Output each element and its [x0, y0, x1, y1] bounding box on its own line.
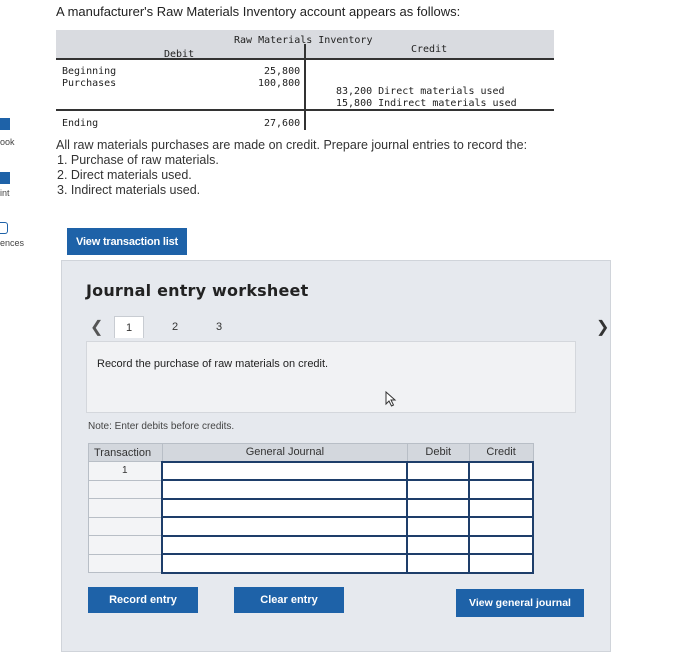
purchases-label: Purchases — [62, 78, 117, 89]
account-select[interactable] — [161, 479, 409, 500]
purchases-value: 100,800 — [258, 78, 301, 89]
ending-value: 27,600 — [264, 118, 301, 129]
debit-input[interactable] — [406, 534, 471, 555]
credit-input[interactable] — [468, 516, 534, 537]
column-header-credit: Credit — [468, 443, 534, 462]
credit-direct-materials: 83,200 Direct materials used — [336, 86, 505, 97]
entry-note: Note: Enter debits before credits. — [88, 421, 235, 432]
account-select[interactable] — [161, 497, 409, 518]
beginning-value: 25,800 — [264, 66, 301, 77]
clear-entry-button[interactable]: Clear entry — [234, 587, 344, 613]
debit-input[interactable] — [406, 553, 471, 574]
t-account-credit-header: Credit — [411, 44, 448, 55]
beginning-label: Beginning — [62, 66, 117, 77]
instruction-item: 2. Direct materials used. — [57, 168, 192, 182]
debit-input[interactable] — [406, 516, 471, 537]
references-icon[interactable] — [0, 222, 8, 234]
rail-item-book[interactable]: ook — [0, 137, 15, 147]
page-tab-3[interactable]: 3 — [204, 316, 234, 338]
question-title: A manufacturer's Raw Materials Inventory… — [56, 4, 461, 19]
page-tab-2[interactable]: 2 — [160, 316, 190, 338]
journal-table: Transaction General Journal Debit Credit… — [88, 443, 534, 574]
column-header-transaction: Transaction — [88, 443, 163, 462]
debit-input[interactable] — [406, 460, 471, 481]
rail-item-references[interactable]: ences — [0, 238, 24, 248]
table-row — [88, 479, 534, 500]
worksheet-prompt: Record the purchase of raw materials on … — [97, 358, 329, 370]
credit-input[interactable] — [468, 553, 534, 574]
instruction-item: 1. Purchase of raw materials. — [57, 153, 219, 167]
worksheet-pager: ❮ 1 2 3 ❯ — [86, 316, 609, 338]
table-row — [88, 497, 534, 518]
instruction-item: 3. Indirect materials used. — [57, 183, 201, 197]
journal-entry-worksheet: Journal entry worksheet ❮ 1 2 3 ❯ Record… — [61, 260, 611, 652]
print-icon[interactable] — [0, 172, 10, 184]
transaction-cell — [88, 535, 163, 555]
table-row: 1 — [88, 460, 534, 481]
left-rail: ook int ences — [0, 0, 44, 652]
chevron-right-icon[interactable]: ❯ — [596, 317, 609, 337]
worksheet-title: Journal entry worksheet — [86, 281, 309, 300]
transaction-cell — [88, 498, 163, 518]
column-header-general-journal: General Journal — [161, 443, 408, 462]
page-tab-1[interactable]: 1 — [114, 316, 144, 338]
table-row — [88, 553, 534, 574]
rail-item-print[interactable]: int — [0, 188, 10, 198]
t-account: Raw Materials Inventory Debit Credit Beg… — [56, 30, 554, 130]
transaction-cell — [88, 479, 163, 499]
credit-input[interactable] — [468, 497, 534, 518]
credit-input[interactable] — [468, 479, 534, 500]
view-transaction-list-button[interactable]: View transaction list — [67, 228, 187, 255]
account-select[interactable] — [161, 534, 409, 555]
ending-label: Ending — [62, 118, 99, 129]
instructions: All raw materials purchases are made on … — [56, 138, 527, 198]
table-row — [88, 534, 534, 555]
transaction-number: 1 — [88, 461, 163, 481]
credit-input[interactable] — [468, 460, 534, 481]
worksheet-prompt-box: Record the purchase of raw materials on … — [86, 341, 576, 413]
mouse-pointer-icon — [385, 391, 397, 407]
t-account-divider — [304, 44, 306, 130]
t-account-bottom-rule — [56, 109, 554, 111]
debit-input[interactable] — [406, 497, 471, 518]
account-select[interactable] — [161, 553, 409, 574]
debit-input[interactable] — [406, 479, 471, 500]
transaction-cell — [88, 516, 163, 536]
chevron-left-icon[interactable]: ❮ — [90, 317, 103, 337]
credit-indirect-materials: 15,800 Indirect materials used — [336, 98, 517, 109]
account-select[interactable] — [161, 516, 409, 537]
table-row — [88, 516, 534, 537]
view-general-journal-button[interactable]: View general journal — [456, 589, 584, 617]
column-header-debit: Debit — [406, 443, 470, 462]
instructions-intro: All raw materials purchases are made on … — [56, 138, 528, 152]
account-select[interactable] — [161, 460, 409, 481]
credit-input[interactable] — [468, 534, 534, 555]
book-icon[interactable] — [0, 118, 10, 130]
record-entry-button[interactable]: Record entry — [88, 587, 198, 613]
transaction-cell — [88, 553, 163, 573]
